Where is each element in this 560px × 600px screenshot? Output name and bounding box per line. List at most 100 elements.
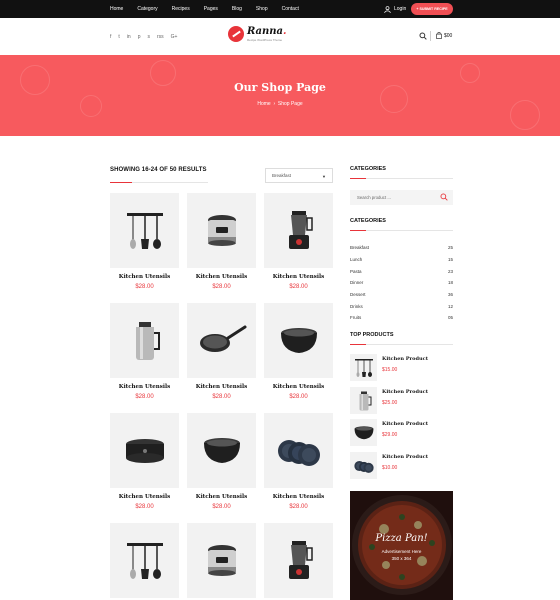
category-item[interactable]: Lunch 15	[350, 254, 453, 266]
submit-recipe-button[interactable]: + SUBMIT RECIPE	[411, 3, 453, 15]
product-name[interactable]: Kitchen Utensils	[187, 274, 256, 280]
category-label: Fruits	[350, 315, 362, 321]
product-name[interactable]: Kitchen Utensils	[264, 274, 333, 280]
category-item[interactable]: Fruits 05	[350, 312, 453, 324]
category-item[interactable]: Pasta 23	[350, 265, 453, 277]
category-count: 36	[447, 292, 453, 298]
product-price: $28.00	[135, 394, 154, 400]
category-item[interactable]: Dinner 18	[350, 277, 453, 289]
product-card[interactable]: Kitchen Utensils$28.00	[187, 193, 256, 290]
search-icon[interactable]	[419, 32, 427, 40]
bowl-icon[interactable]	[350, 419, 377, 446]
utensils-icon[interactable]	[350, 354, 377, 381]
frying-pan-icon[interactable]	[187, 303, 256, 378]
skype-icon[interactable]: s	[147, 34, 150, 40]
site-header: f t in p s rss G+ Ranna. Recipe WordPres…	[0, 18, 560, 55]
product-name[interactable]: Kitchen Utensils	[187, 494, 256, 500]
top-product-price: $25.00	[382, 400, 398, 406]
nav-home[interactable]: Home	[110, 6, 123, 12]
nav-recipes[interactable]: Recipes	[172, 6, 190, 12]
category-count: 15	[447, 257, 453, 263]
cart-button[interactable]: $00	[436, 32, 452, 39]
pinterest-icon[interactable]: p	[138, 34, 141, 40]
thermos-icon[interactable]	[350, 387, 377, 414]
twitter-icon[interactable]: t	[118, 34, 119, 40]
product-card[interactable]: Kitchen Utensils$28.00	[110, 413, 179, 510]
top-product-item[interactable]: Kitchen Product $29.00	[350, 419, 453, 447]
login-link[interactable]: Login	[384, 0, 406, 18]
bowl-icon[interactable]	[264, 303, 333, 378]
promo-banner[interactable]: Pizza Pan! Advertisement Here 350 x 364	[350, 491, 453, 600]
product-name[interactable]: Kitchen Utensils	[110, 494, 179, 500]
sidebar-heading-underline	[350, 178, 453, 179]
product-card[interactable]: Kitchen Utensils $28.00	[110, 303, 179, 400]
rice-cooker-icon[interactable]	[187, 523, 256, 598]
product-card[interactable]: Kitchen Utensils$28.00	[187, 303, 256, 400]
thermos-icon[interactable]	[110, 303, 179, 378]
product-card[interactable]: Kitchen Utensils$28.00	[110, 523, 179, 600]
top-product-price: $29.00	[382, 432, 398, 438]
product-card[interactable]: Kitchen Utensils$28.00	[264, 523, 333, 600]
product-card[interactable]: Kitchen Utensils$28.00	[187, 413, 256, 510]
top-product-item[interactable]: Kitchen Product $25.00	[350, 387, 453, 415]
top-product-name[interactable]: Kitchen Product	[382, 356, 428, 362]
utensils-icon[interactable]	[110, 523, 179, 598]
main-nav: Home Category Recipes Pages Blog Shop Co…	[110, 0, 313, 18]
promo-title: Pizza Pan!	[375, 533, 428, 544]
breadcrumb-current: Shop Page	[277, 101, 303, 107]
bowl-icon[interactable]	[187, 413, 256, 488]
sort-select[interactable]: Breakfast ▼	[265, 168, 333, 183]
cake-pan-icon[interactable]	[110, 413, 179, 488]
sidebar-top-products-section: TOP PRODUCTS	[350, 332, 453, 345]
product-name[interactable]: Kitchen Utensils	[110, 384, 179, 390]
product-card[interactable]: Kitchen Utensils$28.00	[264, 413, 333, 510]
top-product-name[interactable]: Kitchen Product	[382, 389, 428, 395]
category-item[interactable]: Drinks 12	[350, 300, 453, 312]
product-card[interactable]: Kitchen Utensils$28.00	[264, 303, 333, 400]
nav-shop[interactable]: Shop	[256, 6, 268, 12]
category-label: Breakfast	[350, 245, 370, 251]
facebook-icon[interactable]: f	[110, 34, 111, 40]
category-list: Breakfast 25 Lunch 15 Pasta 23 Dinner 18 Dessert…	[350, 242, 453, 324]
nav-contact[interactable]: Contact	[282, 6, 299, 12]
top-product-name[interactable]: Kitchen Product	[382, 421, 428, 427]
promo-size: 350 x 364	[391, 556, 412, 561]
product-name[interactable]: Kitchen Utensils	[264, 384, 333, 390]
product-card[interactable]: Kitchen Utensils $28.00	[264, 193, 333, 290]
top-product-item[interactable]: Kitchen Product $10.00	[350, 452, 453, 480]
category-item[interactable]: Breakfast 25	[350, 242, 453, 254]
category-item[interactable]: Dessert 36	[350, 289, 453, 301]
logo-mark-icon	[228, 26, 244, 42]
linkedin-icon[interactable]: in	[127, 34, 131, 40]
product-name[interactable]: Kitchen Utensils	[187, 384, 256, 390]
product-search-input[interactable]: Search product ...	[350, 190, 453, 205]
top-product-name[interactable]: Kitchen Product	[382, 454, 428, 460]
rice-cooker-icon[interactable]	[187, 193, 256, 268]
google-plus-icon[interactable]: G+	[171, 34, 178, 40]
product-card[interactable]: Kitchen Utensils$28.00	[187, 523, 256, 600]
logo-tagline: Recipe WordPress Theme	[247, 37, 283, 42]
plates-icon[interactable]	[264, 413, 333, 488]
product-name[interactable]: Kitchen Utensils	[264, 494, 333, 500]
utensils-icon[interactable]	[110, 193, 179, 268]
product-name[interactable]: Kitchen Utensils	[110, 274, 179, 280]
nav-category[interactable]: Category	[137, 6, 157, 12]
plates-icon[interactable]	[350, 452, 377, 479]
category-count: 05	[447, 315, 453, 321]
nav-pages[interactable]: Pages	[204, 6, 218, 12]
breadcrumb-home[interactable]: Home	[257, 101, 270, 107]
product-card[interactable]: Kitchen Utensils$28.00	[110, 193, 179, 290]
nav-blog[interactable]: Blog	[232, 6, 242, 12]
category-label: Dessert	[350, 292, 366, 298]
top-product-price: $10.00	[382, 465, 398, 471]
rss-icon[interactable]: rss	[157, 34, 164, 40]
login-label: Login	[394, 6, 407, 12]
top-product-item[interactable]: Kitchen Product $15.00	[350, 354, 453, 382]
top-bar: Home Category Recipes Pages Blog Shop Co…	[0, 0, 560, 18]
blender-icon[interactable]	[264, 523, 333, 598]
blender-icon[interactable]	[264, 193, 333, 268]
sidebar-heading: CATEGORIES	[350, 218, 386, 224]
site-logo[interactable]: Ranna. Recipe WordPress Theme	[228, 26, 287, 42]
search-icon[interactable]	[440, 193, 448, 201]
product-price: $28.00	[289, 284, 308, 290]
